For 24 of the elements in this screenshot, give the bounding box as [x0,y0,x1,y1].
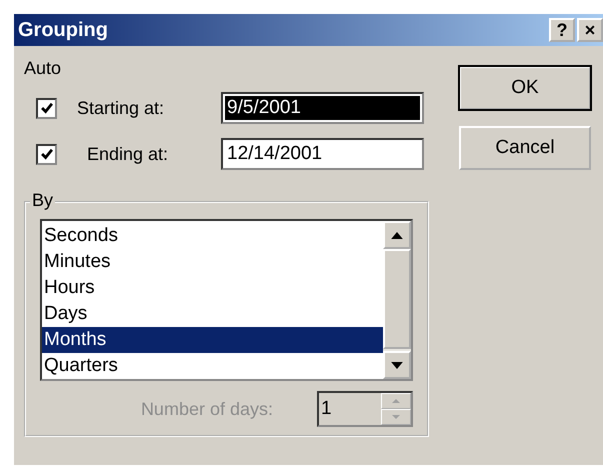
check-icon [40,147,54,161]
check-icon [40,101,54,115]
list-item[interactable]: Hours [42,275,383,301]
date-field[interactable]: 12/14/2001 [221,138,424,170]
field-label: Ending at: [87,144,170,164]
scroll-up-icon [391,232,403,238]
field-label: Starting at: [77,98,166,118]
close-button[interactable]: × [577,18,603,42]
section-label: Auto [24,58,62,79]
list-item[interactable]: Quarters [42,353,383,379]
checkbox[interactable] [36,98,57,118]
list-item[interactable]: Days [42,301,383,327]
window-title: Grouping [18,18,108,42]
date-field[interactable]: 9/5/2001 [221,92,424,124]
list-item[interactable]: Minutes [42,249,383,275]
field-label: Number of days: [140,398,273,420]
ok-button[interactable]: OK [459,66,591,110]
scroll-bar[interactable] [383,221,411,379]
list-item[interactable]: Seconds [42,223,383,249]
help-button[interactable]: ? [549,18,575,42]
list-item[interactable]: Months [42,327,383,353]
cancel-button[interactable]: Cancel [459,126,591,170]
checkbox[interactable] [36,144,57,164]
scroll-down-icon [391,362,403,368]
